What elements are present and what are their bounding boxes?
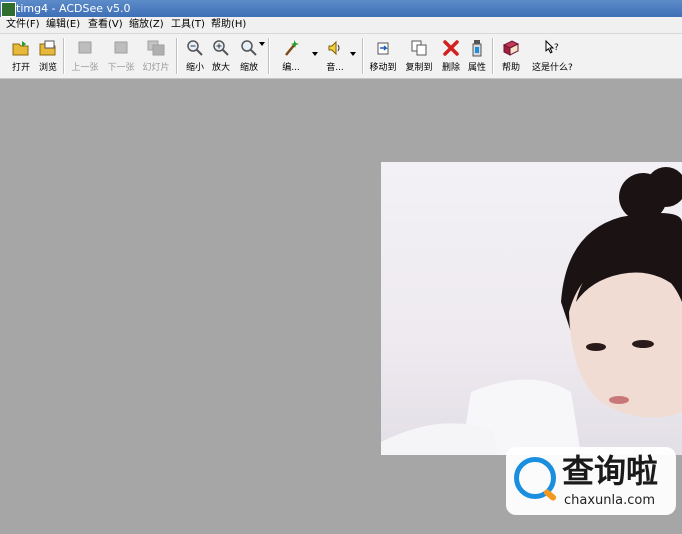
help-label: 帮助 [501, 63, 520, 73]
whats-this-pointer-icon: ? [545, 39, 559, 54]
delete-x-icon [443, 40, 459, 56]
next-image-label: 下一张 [107, 63, 135, 73]
previous-image-button[interactable]: 上一张 [70, 37, 100, 75]
browse-icon [39, 40, 56, 56]
move-to-label: 移动到 [369, 63, 397, 73]
svg-text:?: ? [554, 43, 559, 53]
watermark-chinese-text: 查询啦 [562, 452, 659, 490]
watermark-domain-text: chaxunla.com [564, 493, 655, 508]
previous-image-icon [78, 41, 92, 54]
magnifier-logo-icon [514, 457, 556, 499]
zoom-dropdown-arrow-icon[interactable] [259, 42, 265, 46]
audio-button[interactable]: 音... [320, 37, 350, 75]
edit-dropdown-arrow-icon[interactable] [312, 52, 318, 56]
help-book-icon [502, 40, 520, 56]
help-button[interactable]: 帮助 [496, 37, 526, 75]
open-folder-icon [12, 41, 29, 56]
audio-dropdown-arrow-icon[interactable] [350, 52, 356, 56]
copy-to-button[interactable]: 复制到 [404, 37, 434, 75]
title-bar: timg4 - ACDSee v5.0 [0, 0, 682, 17]
menu-tools[interactable]: 工具(T) [171, 17, 205, 33]
edit-wand-icon [285, 40, 299, 56]
speaker-icon [328, 40, 340, 56]
next-image-button[interactable]: 下一张 [106, 37, 136, 75]
menu-file[interactable]: 文件(F) [6, 17, 40, 33]
toolbar: 打开 浏览 上一张 下一张 幻灯片 缩小 放大 缩放 编... 音... 移动到… [0, 34, 682, 79]
browse-label: 浏览 [38, 63, 57, 73]
properties-icon [472, 40, 482, 57]
properties-button[interactable]: 属性 [462, 37, 492, 75]
menu-bar: 文件(F) 编辑(E) 查看(V) 缩放(Z) 工具(T) 帮助(H) [0, 17, 682, 34]
zoom-label: 缩放 [239, 63, 258, 73]
menu-help[interactable]: 帮助(H) [211, 17, 246, 33]
zoom-in-button[interactable]: 放大 [206, 37, 236, 75]
menu-zoom[interactable]: 缩放(Z) [129, 17, 164, 33]
audio-label: 音... [326, 63, 344, 73]
whats-this-label: 这是什么? [532, 63, 573, 73]
copy-to-icon [411, 40, 427, 56]
previous-image-label: 上一张 [71, 63, 99, 73]
copy-to-label: 复制到 [405, 63, 433, 73]
open-label: 打开 [11, 63, 30, 73]
edit-label: 编... [282, 63, 300, 73]
slideshow-button[interactable]: 幻灯片 [141, 37, 171, 75]
whats-this-button[interactable]: ? 这是什么? [532, 37, 573, 75]
toolbar-separator [176, 38, 178, 74]
zoom-out-icon [187, 40, 203, 56]
zoom-icon [241, 40, 257, 56]
window-title: timg4 - ACDSee v5.0 [16, 2, 131, 15]
slideshow-label: 幻灯片 [142, 63, 170, 73]
move-to-icon [377, 42, 389, 55]
menu-view[interactable]: 查看(V) [88, 17, 123, 33]
browse-button[interactable]: 浏览 [33, 37, 63, 75]
next-image-icon [114, 41, 128, 54]
open-button[interactable]: 打开 [6, 37, 36, 75]
toolbar-separator [492, 38, 494, 74]
menu-edit[interactable]: 编辑(E) [46, 17, 80, 33]
portrait-photo-image [381, 167, 682, 455]
displayed-photo[interactable] [381, 162, 682, 455]
watermark-logo: 查询啦 chaxunla.com [506, 447, 676, 515]
toolbar-separator [63, 38, 65, 74]
zoom-in-icon [213, 40, 229, 56]
edit-button[interactable]: 编... [276, 37, 306, 75]
zoom-in-label: 放大 [211, 63, 230, 73]
slideshow-icon [147, 40, 165, 56]
move-to-button[interactable]: 移动到 [368, 37, 398, 75]
acdsee-app-icon[interactable] [1, 2, 16, 17]
toolbar-separator [268, 38, 270, 74]
toolbar-separator [362, 38, 364, 74]
properties-label: 属性 [467, 63, 486, 73]
